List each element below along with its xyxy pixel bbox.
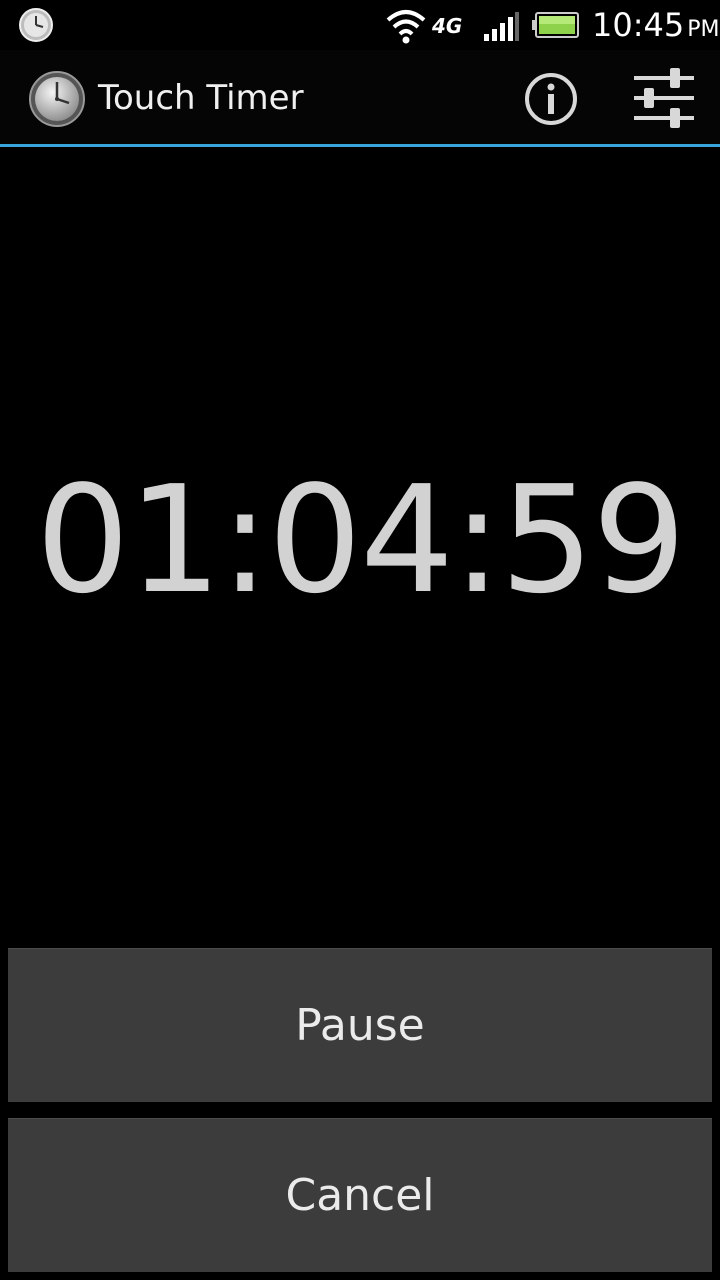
alarm-clock-icon bbox=[19, 8, 53, 42]
clock-icon bbox=[29, 71, 85, 127]
sliders-icon[interactable] bbox=[630, 64, 698, 132]
status-bar: 4G 10:45 PM bbox=[0, 0, 720, 50]
app-title: Touch Timer bbox=[98, 78, 304, 118]
pause-button[interactable]: Pause bbox=[8, 948, 712, 1102]
action-bar: Touch Timer bbox=[0, 50, 720, 147]
signal-bars-icon bbox=[484, 12, 519, 41]
status-clock: 10:45 PM bbox=[592, 6, 719, 44]
status-ampm: PM bbox=[687, 17, 720, 42]
status-time: 10:45 bbox=[592, 6, 685, 44]
battery-icon bbox=[532, 12, 579, 38]
cancel-button[interactable]: Cancel bbox=[8, 1118, 712, 1272]
timer-display: 01:04:59 bbox=[35, 454, 687, 626]
wifi-icon bbox=[386, 10, 426, 44]
network-type: 4G bbox=[432, 14, 463, 38]
info-icon[interactable] bbox=[522, 70, 580, 128]
